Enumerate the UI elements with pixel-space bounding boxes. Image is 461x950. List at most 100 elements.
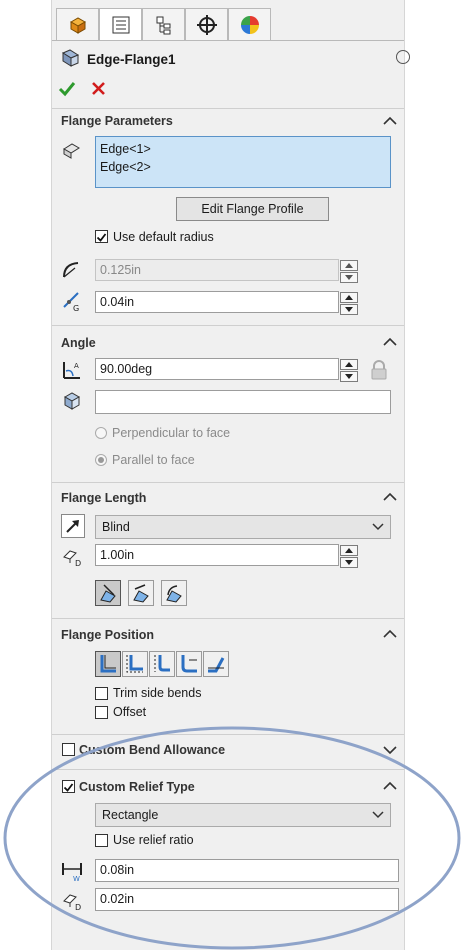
lock-icon[interactable] <box>368 359 390 381</box>
end-condition-dropdown[interactable]: Blind <box>95 515 391 539</box>
flange-angle-spinner[interactable] <box>340 358 358 382</box>
edge-selection-icon <box>63 143 80 159</box>
reference-face-field[interactable] <box>95 390 391 414</box>
relief-width-field[interactable]: 0.08in <box>95 859 399 882</box>
section-divider <box>52 734 404 735</box>
gap-distance-field[interactable]: 0.04in <box>95 291 339 313</box>
bend-outside-icon <box>154 655 170 672</box>
bend-radius-field: 0.125in <box>95 259 339 281</box>
length-icon: D <box>63 550 81 567</box>
relief-width-icon: W <box>62 863 82 882</box>
perpendicular-to-face-label: Perpendicular to face <box>112 426 231 440</box>
reverse-direction-icon <box>66 520 79 533</box>
tab-configuration-manager[interactable] <box>142 8 185 41</box>
spin-down-icon <box>345 374 353 379</box>
svg-text:G: G <box>73 304 79 312</box>
relief-depth-field[interactable]: 0.02in <box>95 888 399 911</box>
use-relief-ratio-label: Use relief ratio <box>113 833 194 847</box>
tangent-bend-icon <box>166 585 182 603</box>
flange-position-label: Flange Position <box>61 628 155 642</box>
tab-divider <box>52 40 404 41</box>
relief-type-value: Rectangle <box>102 808 159 822</box>
material-outside-icon <box>126 655 143 673</box>
spin-down-icon <box>345 275 353 280</box>
chevron-up-icon[interactable] <box>382 491 398 503</box>
section-divider <box>52 482 404 483</box>
bend-radius-spinner <box>340 259 358 283</box>
chevron-down-icon[interactable] <box>382 744 398 756</box>
tab-display-manager[interactable] <box>228 8 271 41</box>
relief-depth-icon: D <box>63 894 81 911</box>
outer-virtual-sharp-button[interactable] <box>95 580 121 606</box>
svg-text:D: D <box>75 903 81 911</box>
relief-type-dropdown[interactable]: Rectangle <box>95 803 391 827</box>
flange-length-header[interactable]: Flange Length <box>52 491 413 505</box>
material-outside-button[interactable] <box>122 651 148 677</box>
section-divider <box>52 769 404 770</box>
offset-checkbox[interactable] <box>95 706 108 719</box>
help-icon[interactable] <box>396 50 410 64</box>
spin-down-icon <box>345 560 353 565</box>
flange-length-label: Flange Length <box>61 491 147 505</box>
reverse-direction-button[interactable] <box>61 514 85 538</box>
display-manager-icon <box>240 15 259 34</box>
chevron-up-icon[interactable] <box>382 628 398 640</box>
trim-side-bends-checkbox[interactable] <box>95 687 108 700</box>
inner-virtual-sharp-button[interactable] <box>128 580 154 606</box>
checkmark-icon <box>63 783 74 792</box>
flange-angle-icon: A <box>63 362 80 379</box>
section-divider <box>52 618 404 619</box>
radio-dot <box>98 457 104 463</box>
tangent-to-bend-button[interactable] <box>203 651 229 677</box>
tab-feature-manager[interactable] <box>56 8 99 41</box>
cancel-x-icon[interactable] <box>91 81 106 96</box>
tangent-bend-button[interactable] <box>161 580 187 606</box>
flange-parameters-header[interactable]: Flange Parameters <box>52 114 413 128</box>
tab-dimxpert-manager[interactable] <box>185 8 228 41</box>
parallel-to-face-label: Parallel to face <box>112 453 195 467</box>
checkmark-icon <box>96 233 107 242</box>
list-item[interactable]: Edge<2> <box>100 158 386 176</box>
svg-text:W: W <box>73 875 80 882</box>
bend-radius-icon <box>63 262 79 278</box>
custom-bend-allowance-label: Custom Bend Allowance <box>79 743 226 757</box>
ok-check-icon[interactable] <box>58 80 76 98</box>
section-divider <box>52 108 404 109</box>
bend-from-virtual-sharp-button[interactable] <box>176 651 202 677</box>
custom-relief-type-checkbox[interactable] <box>62 780 75 793</box>
material-inside-button[interactable] <box>95 651 121 677</box>
spin-up-icon <box>345 295 353 300</box>
spin-up-icon <box>345 548 353 553</box>
material-inside-icon <box>100 655 116 673</box>
use-relief-ratio-checkbox[interactable] <box>95 834 108 847</box>
flange-length-field[interactable]: 1.00in <box>95 544 339 566</box>
edge-selection-box[interactable]: Edge<1> Edge<2> <box>95 136 391 188</box>
end-condition-value: Blind <box>102 520 130 534</box>
chevron-up-icon[interactable] <box>382 780 398 792</box>
list-item[interactable]: Edge<1> <box>100 140 386 158</box>
configuration-manager-icon <box>156 16 170 34</box>
dimxpert-manager-icon <box>196 14 217 35</box>
edit-flange-profile-button[interactable]: Edit Flange Profile <box>176 197 329 221</box>
bend-from-virtual-sharp-icon <box>181 655 197 673</box>
spin-down-icon <box>345 307 353 312</box>
custom-bend-allowance-checkbox[interactable] <box>62 743 75 756</box>
gap-distance-spinner[interactable] <box>340 291 358 315</box>
use-default-radius-checkbox[interactable] <box>95 230 108 243</box>
flange-length-spinner[interactable] <box>340 544 358 568</box>
angle-label: Angle <box>61 336 96 350</box>
chevron-down-icon <box>372 811 384 819</box>
parallel-to-face-radio[interactable] <box>95 454 107 466</box>
property-manager-panel: Edge-Flange1 Flange Parameters Edge<1> E… <box>51 0 410 950</box>
inner-virtual-sharp-icon <box>133 584 149 603</box>
flange-position-header[interactable]: Flange Position <box>52 628 413 642</box>
chevron-up-icon[interactable] <box>382 115 398 127</box>
use-default-radius-label: Use default radius <box>113 230 214 244</box>
feature-manager-icon <box>69 16 86 34</box>
tab-property-manager[interactable] <box>99 8 142 41</box>
flange-angle-field[interactable]: 90.00deg <box>95 358 339 380</box>
perpendicular-to-face-radio[interactable] <box>95 427 107 439</box>
bend-outside-button[interactable] <box>149 651 175 677</box>
angle-header[interactable]: Angle <box>52 336 413 350</box>
chevron-up-icon[interactable] <box>382 336 398 348</box>
